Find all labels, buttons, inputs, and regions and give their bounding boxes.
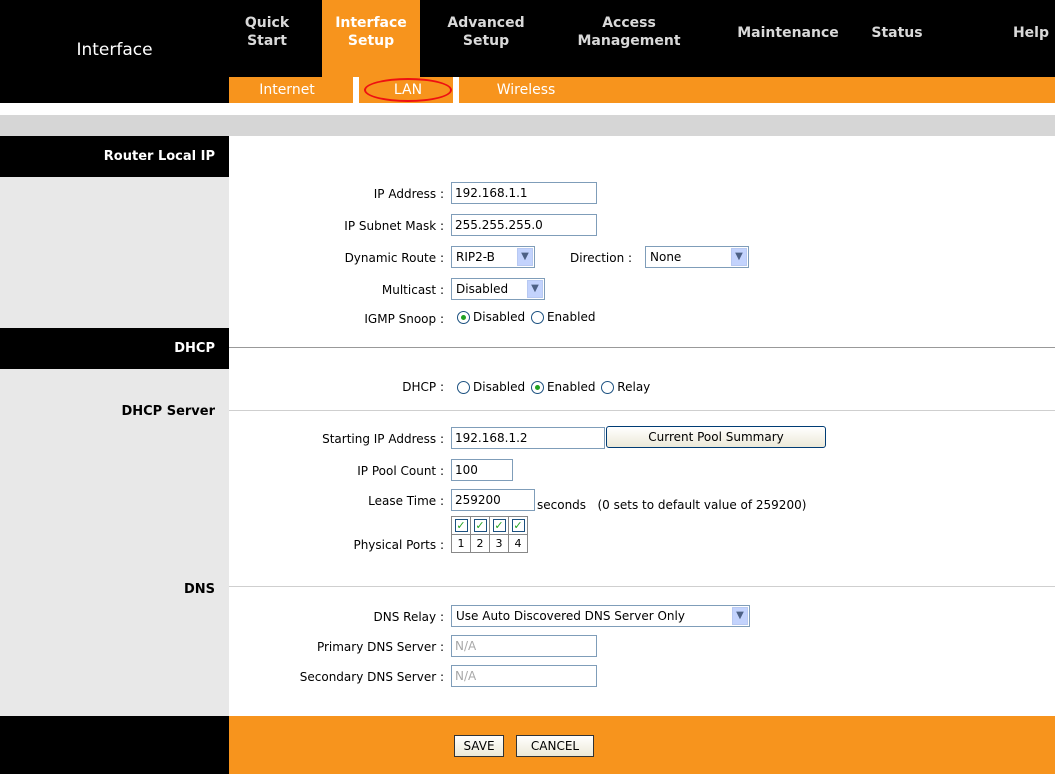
port-2-cell: ✓	[470, 516, 490, 535]
chevron-down-icon: ▼	[527, 280, 543, 298]
lease-time-hint: seconds (0 sets to default value of 2592…	[537, 498, 807, 512]
dhcp-mode-label: DHCP :	[402, 380, 444, 394]
lease-time-input[interactable]: 259200	[451, 489, 535, 511]
radio-label: Enabled	[546, 310, 596, 324]
divider	[229, 586, 1055, 587]
chevron-down-icon: ▼	[731, 248, 747, 266]
secondary-dns-input[interactable]: N/A	[451, 665, 597, 687]
port-4-checkbox[interactable]: ✓	[511, 519, 525, 532]
port-1-checkbox[interactable]: ✓	[454, 519, 468, 532]
port-2-number: 2	[470, 534, 490, 553]
tab-label: Advanced Setup	[447, 15, 525, 49]
subnav-divider	[353, 77, 359, 103]
direction-select[interactable]: None ▼	[645, 246, 749, 268]
section-dns: DNS	[183, 582, 215, 597]
physical-ports-label: Physical Ports :	[353, 538, 444, 552]
port-4-cell: ✓	[508, 516, 528, 535]
tab-label: Access Management	[577, 15, 681, 49]
subnet-mask-input[interactable]: 255.255.255.0	[451, 214, 597, 236]
divider	[229, 410, 1055, 411]
secondary-dns-label: Secondary DNS Server :	[299, 670, 444, 684]
subnav-divider	[453, 77, 459, 103]
select-value: Disabled	[456, 282, 509, 296]
highlight-circle	[364, 78, 452, 102]
select-value: Use Auto Discovered DNS Server Only	[456, 609, 685, 623]
port-1-number: 1	[451, 534, 471, 553]
radio-label: Relay	[617, 380, 651, 394]
tab-label: Quick Start	[244, 15, 290, 49]
port-3-cell: ✓	[489, 516, 509, 535]
port-1-cell: ✓	[451, 516, 471, 535]
starting-ip-input[interactable]: 192.168.1.2	[451, 427, 605, 449]
chevron-down-icon: ▼	[732, 607, 748, 625]
dhcp-enabled-radio[interactable]	[530, 381, 544, 394]
lease-time-label: Lease Time :	[368, 494, 444, 508]
dynamic-route-select[interactable]: RIP2-B ▼	[451, 246, 535, 268]
tab-help[interactable]: Help	[995, 0, 1055, 77]
dns-relay-select[interactable]: Use Auto Discovered DNS Server Only ▼	[451, 605, 750, 627]
igmp-snoop-options: Disabled Enabled	[457, 310, 595, 324]
ip-address-label: IP Address :	[373, 187, 444, 201]
chevron-down-icon: ▼	[517, 248, 533, 266]
current-pool-summary-button[interactable]: Current Pool Summary	[606, 426, 826, 448]
section-dhcp: DHCP	[0, 328, 229, 369]
page-title: Interface	[76, 40, 153, 60]
dhcp-relay-radio[interactable]	[601, 381, 615, 394]
section-sidebar: Router Local IP DHCP DHCP Server DNS	[0, 136, 229, 716]
tab-maintenance[interactable]: Maintenance	[721, 0, 855, 77]
igmp-disabled-radio[interactable]	[457, 311, 470, 324]
main-nav: Quick Start Interface Setup Advanced Set…	[229, 0, 1055, 77]
save-button[interactable]: SAVE	[454, 735, 504, 757]
dhcp-disabled-radio[interactable]	[457, 381, 470, 394]
select-value: None	[650, 250, 682, 264]
tab-advanced-setup[interactable]: Advanced Setup	[441, 0, 531, 77]
footer-bar: SAVE CANCEL	[229, 716, 1055, 774]
port-3-checkbox[interactable]: ✓	[492, 519, 506, 532]
tab-access-management[interactable]: Access Management	[565, 0, 693, 77]
dns-relay-label: DNS Relay :	[373, 610, 444, 624]
ip-address-input[interactable]: 192.168.1.1	[451, 182, 597, 204]
starting-ip-label: Starting IP Address :	[322, 432, 444, 446]
port-3-number: 3	[489, 534, 509, 553]
cancel-button[interactable]: CANCEL	[516, 735, 594, 757]
tab-label: Status	[871, 25, 923, 41]
sub-nav: Internet LAN Wireless	[229, 77, 1055, 103]
subtab-internet[interactable]: Internet	[247, 77, 327, 103]
header-spacer	[0, 115, 1055, 136]
primary-dns-input[interactable]: N/A	[451, 635, 597, 657]
tab-status[interactable]: Status	[861, 0, 933, 77]
footer-left	[0, 716, 229, 774]
multicast-select[interactable]: Disabled ▼	[451, 278, 545, 300]
tab-label: Help	[1012, 25, 1050, 41]
radio-label: Disabled	[473, 380, 526, 394]
tab-label: Interface Setup	[335, 15, 407, 49]
port-2-checkbox[interactable]: ✓	[473, 519, 487, 532]
multicast-label: Multicast :	[381, 283, 444, 297]
physical-ports-table: ✓ ✓ ✓ ✓ 1 2 3 4	[451, 516, 528, 553]
section-dhcp-server: DHCP Server	[121, 404, 215, 419]
divider	[229, 347, 1055, 348]
select-value: RIP2-B	[456, 250, 495, 264]
direction-label: Direction :	[570, 251, 633, 265]
subtab-wireless[interactable]: Wireless	[481, 77, 571, 103]
primary-dns-label: Primary DNS Server :	[316, 640, 444, 654]
radio-label: Enabled	[546, 380, 596, 394]
tab-interface-setup[interactable]: Interface Setup	[322, 0, 420, 77]
radio-label: Disabled	[473, 310, 526, 324]
ip-pool-count-input[interactable]: 100	[451, 459, 513, 481]
igmp-enabled-radio[interactable]	[530, 311, 544, 324]
igmp-snoop-label: IGMP Snoop :	[364, 312, 444, 326]
section-router-local-ip: Router Local IP	[0, 136, 229, 177]
tab-quick-start[interactable]: Quick Start	[229, 0, 305, 77]
subnet-mask-label: IP Subnet Mask :	[344, 219, 444, 233]
ip-pool-count-label: IP Pool Count :	[357, 464, 444, 478]
dynamic-route-label: Dynamic Route :	[344, 251, 444, 265]
tab-label: Maintenance	[737, 25, 839, 41]
dhcp-mode-options: Disabled Enabled Relay	[457, 380, 650, 394]
port-4-number: 4	[508, 534, 528, 553]
